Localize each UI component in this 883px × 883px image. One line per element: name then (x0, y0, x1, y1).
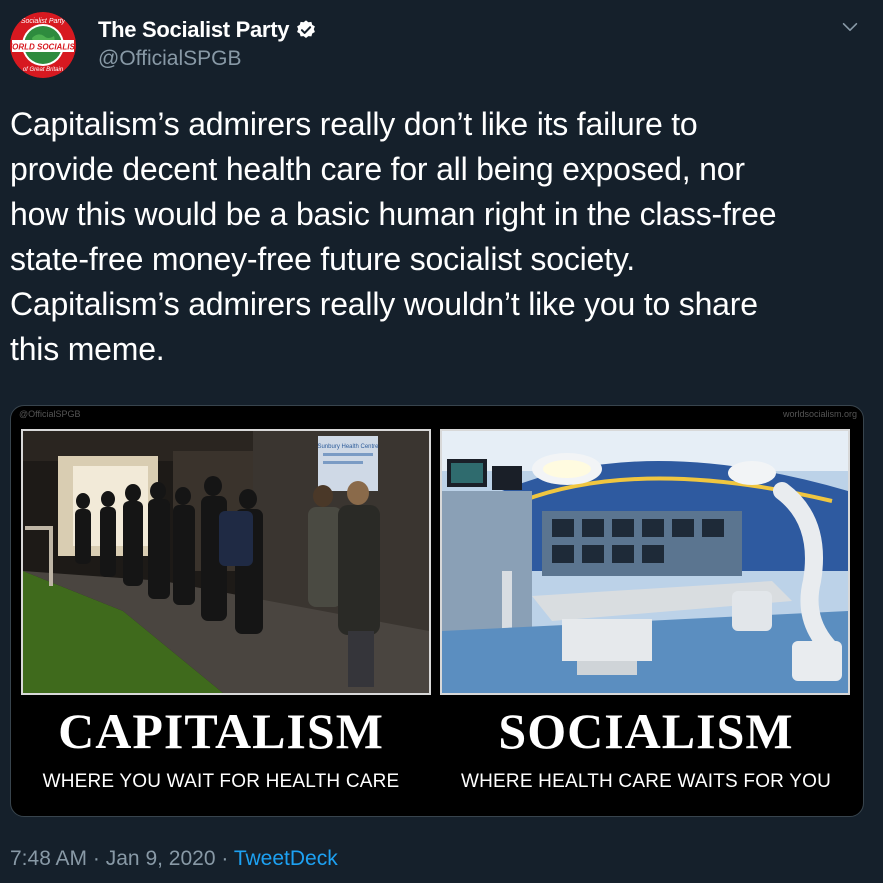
meta-separator: · (221, 847, 229, 870)
meme-image[interactable]: @OfficialSPGB worldsocialism.org Sunbury… (10, 405, 864, 817)
operating-room-photo (440, 429, 850, 695)
display-name-link[interactable]: The Socialist Party (98, 17, 317, 43)
capitalism-subtitle: WHERE YOU WAIT FOR HEALTH CARE (42, 771, 400, 792)
display-name: The Socialist Party (98, 17, 290, 42)
sign-text: Sunbury Health Centre (317, 444, 379, 450)
socialism-subtitle: WHERE HEALTH CARE WAITS FOR YOU (460, 771, 832, 792)
svg-text:WORLD SOCIALISM: WORLD SOCIALISM (10, 43, 76, 52)
socialism-title: SOCIALISM (498, 703, 794, 759)
chevron-down-icon[interactable] (839, 16, 861, 38)
capitalism-title: CAPITALISM (58, 703, 384, 759)
svg-text:of Great Britain: of Great Britain (23, 67, 64, 73)
spgb-logo: WORLD SOCIALISM Socialist Party of Great… (10, 12, 76, 78)
watermark-left: @OfficialSPGB (19, 409, 81, 419)
tweet-date[interactable]: Jan 9, 2020 (106, 847, 216, 870)
verified-badge-icon (297, 20, 316, 38)
meta-separator: · (92, 847, 100, 870)
tweet-text: Capitalism’s admirers really don’t like … (10, 106, 777, 367)
svg-text:Socialist Party: Socialist Party (21, 18, 66, 25)
queue-photo: Sunbury Health Centre (21, 429, 431, 695)
watermark-right: worldsocialism.org (782, 409, 857, 419)
avatar[interactable]: WORLD SOCIALISM Socialist Party of Great… (10, 12, 76, 78)
tweet-metadata: 7:48 AM · Jan 9, 2020 · TweetDeck (10, 847, 338, 871)
source-app-link[interactable]: TweetDeck (234, 847, 338, 870)
user-handle[interactable]: @OfficialSPGB (98, 47, 241, 71)
tweet-time[interactable]: 7:48 AM (10, 847, 87, 870)
